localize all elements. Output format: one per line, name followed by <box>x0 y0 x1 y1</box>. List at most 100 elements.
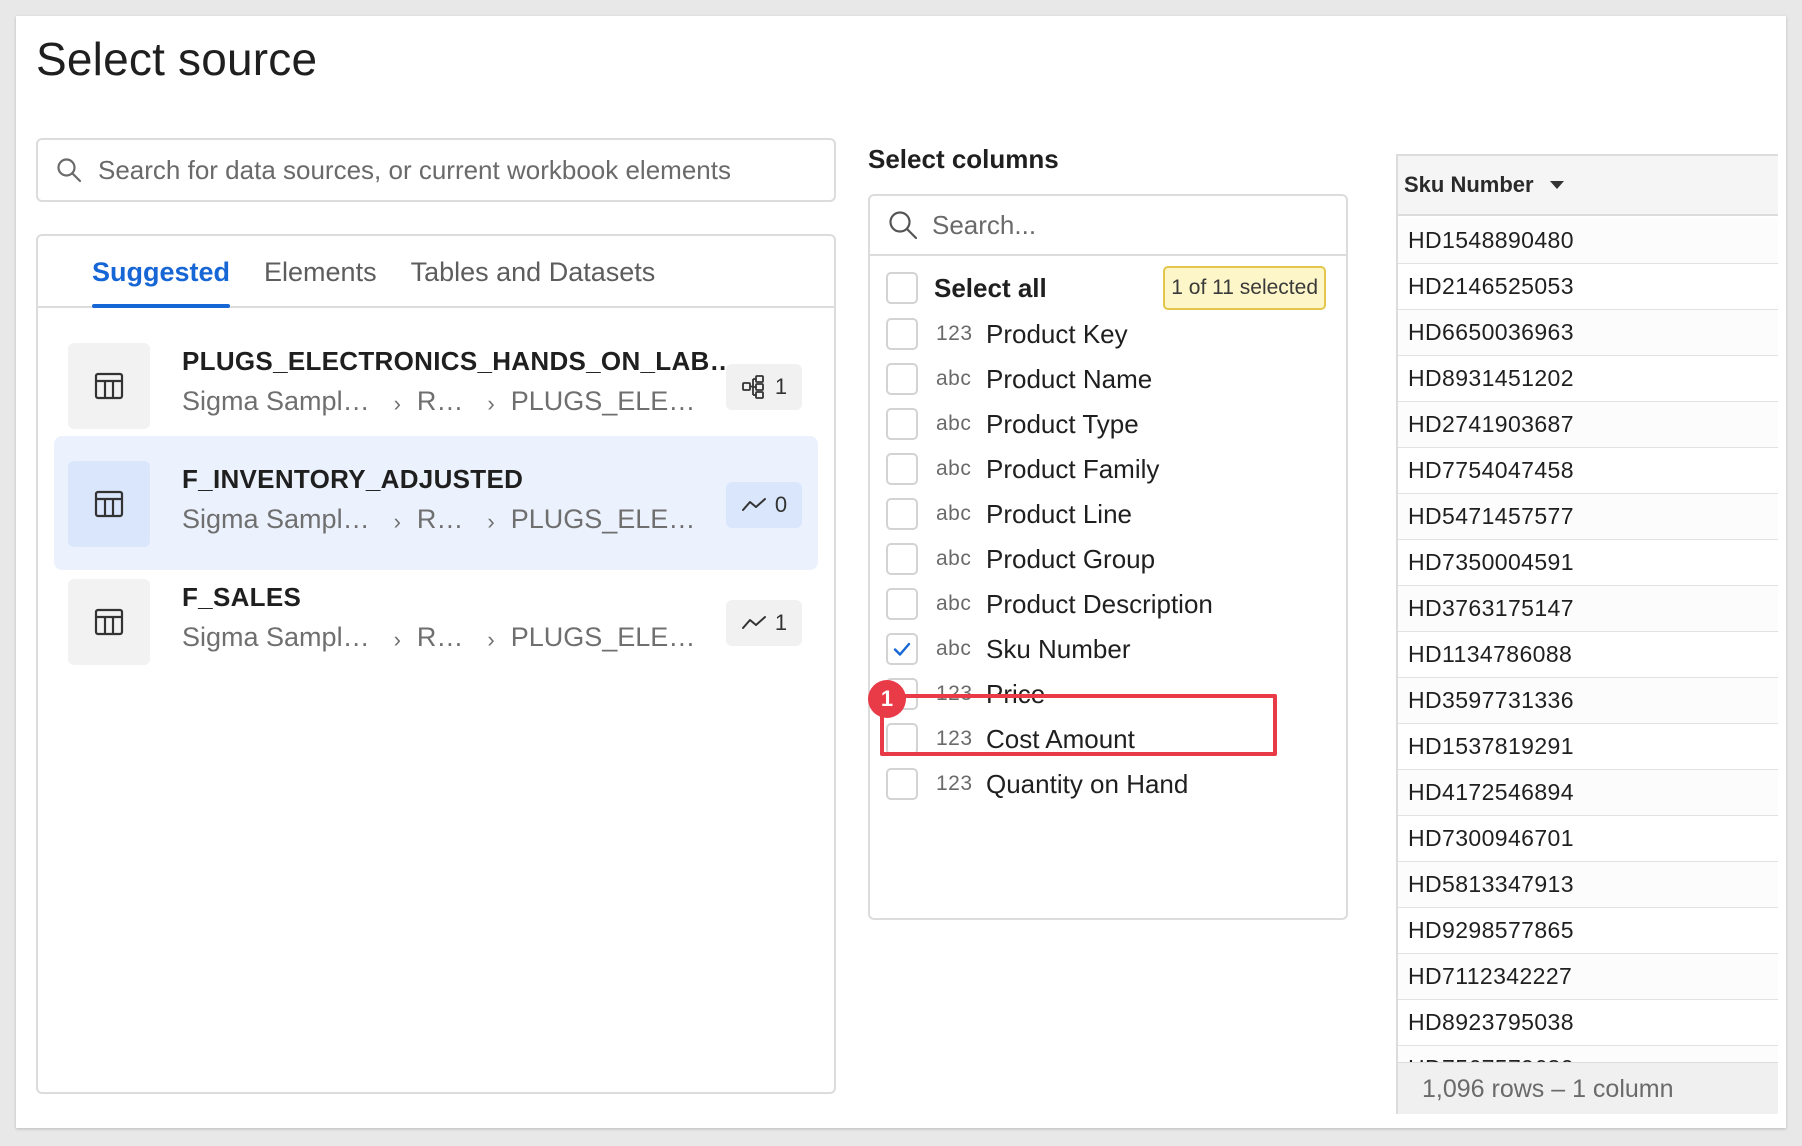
table-row: HD1548890480 <box>1398 218 1778 264</box>
table-row: HD7300946701 <box>1398 816 1778 862</box>
preview-rows: HD1548890480 HD2146525053 HD6650036963 H… <box>1398 218 1778 1092</box>
column-type-label: abc <box>936 367 972 390</box>
column-name: Product Family <box>986 453 1160 484</box>
table-row: HD2741903687 <box>1398 402 1778 448</box>
source-item-plugs-electronics[interactable]: PLUGS_ELECTRONICS_HANDS_ON_LAB… Sigma Sa… <box>54 318 818 452</box>
column-checkbox-checked[interactable] <box>886 633 918 665</box>
column-search-input[interactable] <box>932 209 1312 241</box>
checkmark-icon <box>893 642 911 656</box>
column-type-label: abc <box>936 502 972 525</box>
chevron-right-icon: › <box>393 626 401 652</box>
annotation-highlight-box <box>880 694 1277 756</box>
page-title: Select source <box>36 33 318 85</box>
select-all-checkbox[interactable] <box>886 272 918 304</box>
column-name: Product Type <box>986 408 1139 439</box>
breadcrumb-part: PLUGS_ELE… <box>510 386 696 416</box>
column-row-product-key[interactable]: 123 Product Key <box>886 312 1326 356</box>
column-row-product-description[interactable]: abc Product Description <box>886 582 1326 626</box>
search-icon <box>889 211 918 240</box>
column-checkbox[interactable] <box>886 543 918 575</box>
breadcrumb-part: Sigma Sampl… <box>182 622 370 652</box>
caret-down-icon[interactable] <box>1549 181 1564 189</box>
lineage-icon <box>741 375 764 399</box>
column-row-quantity-on-hand[interactable]: 123 Quantity on Hand <box>886 762 1326 806</box>
preview-row-count: 1,096 rows – 1 column <box>1398 1062 1778 1114</box>
lineage-badge[interactable]: 1 <box>726 364 802 410</box>
column-checkbox[interactable] <box>886 363 918 395</box>
preview-column-name: Sku Number <box>1404 172 1534 197</box>
source-item-f-inventory-adjusted[interactable]: F_INVENTORY_ADJUSTED Sigma Sampl… › R… ›… <box>54 436 818 570</box>
selected-count-badge: 1 of 11 selected <box>1163 266 1326 310</box>
tab-tables-and-datasets[interactable]: Tables and Datasets <box>411 257 656 306</box>
preview-column-header[interactable]: Sku Number <box>1398 156 1778 216</box>
table-icon <box>68 343 150 429</box>
search-icon <box>57 158 82 183</box>
table-row: HD9298577865 <box>1398 908 1778 954</box>
column-checkbox[interactable] <box>886 588 918 620</box>
usage-badge[interactable]: 0 <box>726 482 802 528</box>
table-row: HD6650036963 <box>1398 310 1778 356</box>
column-checkbox[interactable] <box>886 498 918 530</box>
column-type-label: 123 <box>936 322 973 345</box>
table-row: HD7112342227 <box>1398 954 1778 1000</box>
tab-suggested[interactable]: Suggested <box>92 257 231 308</box>
column-type-label: abc <box>936 457 972 480</box>
table-row: HD3763175147 <box>1398 586 1778 632</box>
source-item-f-sales[interactable]: F_SALES Sigma Sampl… › R… › PLUGS_ELE… 1 <box>54 554 818 688</box>
trend-icon <box>741 616 766 629</box>
source-search-box[interactable] <box>36 138 836 202</box>
column-type-label: abc <box>936 412 972 435</box>
select-all-row[interactable]: Select all 1 of 11 selected <box>886 266 1326 310</box>
table-icon <box>68 579 150 665</box>
badge-count: 1 <box>774 374 788 399</box>
source-path: Sigma Sampl… › R… › PLUGS_ELE… <box>182 386 695 417</box>
select-all-label: Select all <box>934 272 1047 303</box>
table-row: HD1537819291 <box>1398 724 1778 770</box>
source-search-input[interactable] <box>98 154 778 186</box>
table-row: HD4172546894 <box>1398 770 1778 816</box>
source-path: Sigma Sampl… › R… › PLUGS_ELE… <box>182 504 695 535</box>
column-checkbox[interactable] <box>886 318 918 350</box>
table-row: HD8923795038 <box>1398 1000 1778 1046</box>
annotation-marker: 1 <box>868 680 906 718</box>
badge-count: 0 <box>774 492 788 517</box>
usage-badge[interactable]: 1 <box>726 600 802 646</box>
column-row-product-line[interactable]: abc Product Line <box>886 492 1326 536</box>
chevron-right-icon: › <box>393 508 401 534</box>
tab-elements[interactable]: Elements <box>264 257 377 306</box>
column-row-product-name[interactable]: abc Product Name <box>886 357 1326 401</box>
column-checkbox[interactable] <box>886 768 918 800</box>
columns-title: Select columns <box>868 144 1059 174</box>
chevron-right-icon: › <box>487 626 495 652</box>
column-row-sku-number[interactable]: abc Sku Number <box>886 627 1326 671</box>
table-icon <box>68 461 150 547</box>
chevron-right-icon: › <box>487 508 495 534</box>
table-row: HD2146525053 <box>1398 264 1778 310</box>
column-name: Product Description <box>986 588 1213 619</box>
breadcrumb-part: R… <box>416 386 464 416</box>
column-type-label: abc <box>936 592 972 615</box>
column-type-label: abc <box>936 547 972 570</box>
column-name: Product Key <box>986 318 1128 349</box>
chevron-right-icon: › <box>393 390 401 416</box>
table-row: HD8931451202 <box>1398 356 1778 402</box>
column-row-product-family[interactable]: abc Product Family <box>886 447 1326 491</box>
source-path: Sigma Sampl… › R… › PLUGS_ELE… <box>182 622 695 653</box>
column-row-product-group[interactable]: abc Product Group <box>886 537 1326 581</box>
column-search-box[interactable] <box>870 196 1346 256</box>
breadcrumb-part: Sigma Sampl… <box>182 386 370 416</box>
data-preview-table: Sku Number HD1548890480 HD2146525053 HD6… <box>1396 154 1778 1114</box>
column-type-label: 123 <box>936 772 973 795</box>
column-checkbox[interactable] <box>886 408 918 440</box>
table-row: HD3597731336 <box>1398 678 1778 724</box>
table-row: HD5813347913 <box>1398 862 1778 908</box>
source-name: PLUGS_ELECTRONICS_HANDS_ON_LAB… <box>182 346 736 376</box>
trend-icon <box>741 498 766 511</box>
column-name: Product Line <box>986 498 1132 529</box>
table-row: HD7350004591 <box>1398 540 1778 586</box>
column-checkbox[interactable] <box>886 453 918 485</box>
column-row-product-type[interactable]: abc Product Type <box>886 402 1326 446</box>
source-name: F_INVENTORY_ADJUSTED <box>182 464 524 494</box>
columns-panel: Select all 1 of 11 selected 123 Product … <box>868 194 1348 920</box>
source-tabs: Suggested Elements Tables and Datasets <box>38 236 834 308</box>
